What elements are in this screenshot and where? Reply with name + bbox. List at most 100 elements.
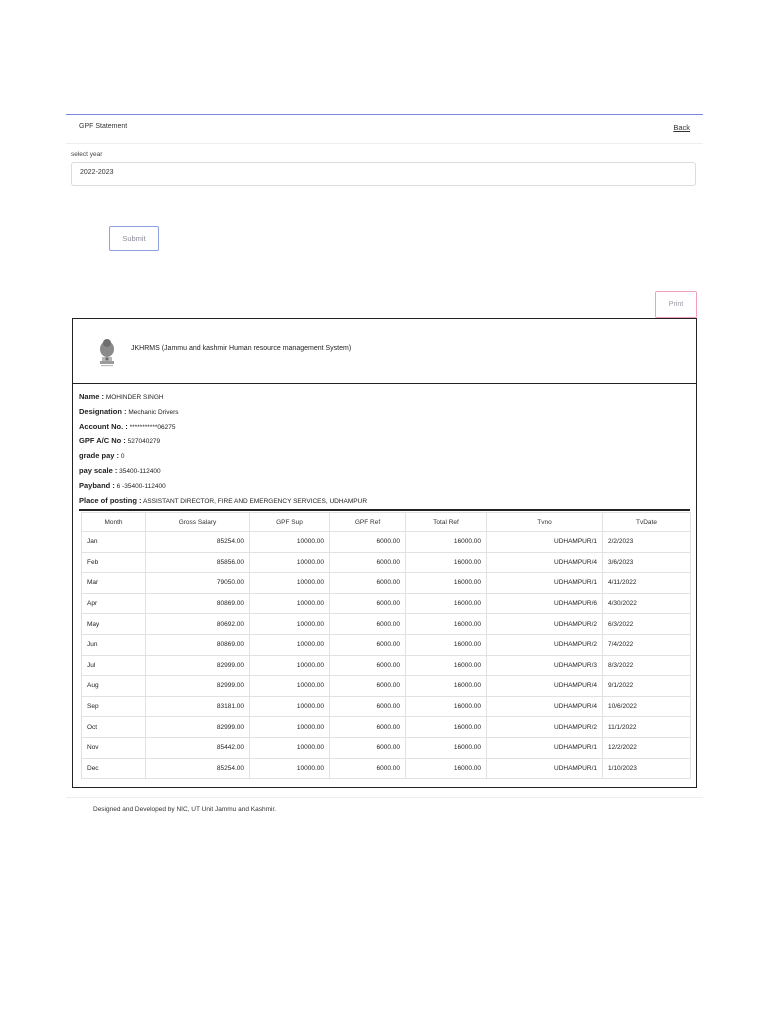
info-value: 527040279 [127,438,161,446]
cell-gross-salary: 82999.00 [145,654,250,677]
cell-gross-salary: 85442.00 [145,736,250,759]
cell-gross-salary: 85254.00 [145,757,250,780]
cell-tvno: UDHAMPUR/4 [486,695,603,718]
info-value: ***********06275 [129,423,176,431]
cell-gpf-sup: 10000.00 [249,695,330,718]
cell-gpf-sup: 10000.00 [249,654,330,677]
cell-month: Dec [81,757,146,780]
cell-month: Feb [81,551,146,574]
info-value: 0 [120,453,125,461]
cell-total-ref: 16000.00 [405,633,487,656]
table-row: Apr 80869.00 10000.00 6000.00 16000.00 UDHAMP… [81,592,691,615]
cell-tvdate: 6/3/2022 [602,613,691,635]
cell-gpf-ref: 6000.00 [329,736,406,759]
cell-gross-salary: 80692.00 [145,613,250,635]
cell-gpf-ref: 6000.00 [329,613,406,635]
column-header-gross-salary: Gross Salary [145,512,250,532]
cell-month: Apr [81,592,146,615]
cell-tvdate: 11/1/2022 [602,716,691,738]
cell-gross-salary: 83181.00 [145,695,250,718]
cell-gpf-sup: 10000.00 [249,633,330,656]
info-place-of-posting: Place of posting : ASSISTANT DIRECTOR, F… [79,494,367,509]
cell-tvdate: 2/2/2023 [602,531,691,553]
cell-tvno: UDHAMPUR/1 [486,736,603,759]
cell-tvdate: 7/4/2022 [602,633,691,656]
table-row: Jun 80869.00 10000.00 6000.00 16000.00 UDHAMP… [81,633,691,656]
cell-gpf-ref: 6000.00 [329,716,406,738]
cell-gpf-sup: 10000.00 [249,551,330,574]
cell-month: Jun [81,633,146,656]
info-label: grade pay : [79,451,120,461]
info-value: 35400-112400 [119,467,161,475]
cell-gpf-sup: 10000.00 [249,613,330,635]
report-header: JKHRMS (Jammu and kashmir Human resource… [73,319,696,384]
cell-gpf-sup: 10000.00 [249,592,330,615]
info-designation: Designation : Mechanic Drivers [79,405,367,420]
column-header-tvno: Tvno [486,512,603,532]
table-row: Jul 82999.00 10000.00 6000.00 16000.00 UDHAMP… [81,654,691,677]
cell-month: Aug [81,675,146,697]
cell-gross-salary: 80869.00 [145,592,250,615]
cell-tvno: UDHAMPUR/3 [486,654,603,677]
employee-info: Name : MOHINDER SINGH Designation : Mech… [79,390,367,508]
cell-gross-salary: 79050.00 [145,572,250,594]
cell-gpf-sup: 10000.00 [249,757,330,780]
year-select[interactable]: 2022-2023 [71,162,696,186]
cell-gross-salary: 82999.00 [145,716,250,738]
cell-tvdate: 12/2/2022 [602,736,691,759]
cell-tvdate: 4/30/2022 [602,592,691,615]
column-header-month: Month [81,512,146,532]
table-row: Mar 79050.00 10000.00 6000.00 16000.00 UDHAMP… [81,572,691,594]
cell-total-ref: 16000.00 [405,592,487,615]
cell-gross-salary: 82999.00 [145,675,250,697]
footer-divider [66,797,703,798]
cell-tvdate: 9/1/2022 [602,675,691,697]
cell-gpf-sup: 10000.00 [249,716,330,738]
info-label: pay scale : [79,465,118,475]
table-row: May 80692.00 10000.00 6000.00 16000.00 UDHAMP… [81,613,691,635]
cell-tvdate: 10/6/2022 [602,695,691,718]
submit-button[interactable]: Submit [109,226,159,251]
cell-gpf-sup: 10000.00 [249,675,330,697]
cell-gpf-sup: 10000.00 [249,572,330,594]
cell-month: Sep [81,695,146,718]
cell-month: Oct [81,716,146,738]
table-row: Oct 82999.00 10000.00 6000.00 16000.00 UDHAMP… [81,716,691,738]
cell-total-ref: 16000.00 [405,572,487,594]
cell-gpf-ref: 6000.00 [329,675,406,697]
cell-month: Jul [81,654,146,677]
info-grade-pay: grade pay : 0 [79,449,367,464]
cell-tvno: UDHAMPUR/4 [486,551,603,574]
cell-total-ref: 16000.00 [405,757,487,780]
info-label: Account No. : [79,421,128,431]
info-label: Name : [79,392,105,401]
table-row: Aug 82999.00 10000.00 6000.00 16000.00 UDHAMP… [81,675,691,697]
year-select-label: select year [71,151,103,158]
info-account-no: Account No. : ***********06275 [79,420,367,435]
table-row: Dec 85254.00 10000.00 6000.00 16000.00 UDHAMP… [81,757,691,780]
column-header-gpf-sup: GPF Sup [249,512,330,532]
back-link[interactable]: Back [673,123,690,132]
cell-gross-salary: 80869.00 [145,633,250,656]
table-row: Nov 85442.00 10000.00 6000.00 16000.00 UDHAMP… [81,736,691,759]
table-row: Jan 85254.00 10000.00 6000.00 16000.00 UDHAMP… [81,531,691,553]
info-value: Mechanic Drivers [128,408,179,416]
cell-gpf-ref: 6000.00 [329,695,406,718]
print-button[interactable]: Print [655,291,697,318]
info-gpf-ac-no: GPF A/C No : 527040279 [79,434,367,449]
footer-credit: Designed and Developed by NIC, UT Unit J… [93,806,277,813]
cell-month: Nov [81,736,146,759]
table-row: Sep 83181.00 10000.00 6000.00 16000.00 UDHAMP… [81,695,691,718]
cell-tvno: UDHAMPUR/6 [486,592,603,615]
cell-tvdate: 4/11/2022 [602,572,691,594]
page-title: GPF Statement [79,123,128,130]
info-label: GPF A/C No : [79,436,126,446]
cell-gpf-ref: 6000.00 [329,592,406,615]
cell-month: Jan [81,531,146,553]
system-title: JKHRMS (Jammu and kashmir Human resource… [131,345,352,352]
info-pay-scale: pay scale : 35400-112400 [79,464,367,479]
table-header-row: Month Gross Salary GPF Sup GPF Ref Total… [81,512,691,532]
cell-total-ref: 16000.00 [405,736,487,759]
cell-tvno: UDHAMPUR/1 [486,531,603,553]
column-header-total-ref: Total Ref [405,512,487,532]
